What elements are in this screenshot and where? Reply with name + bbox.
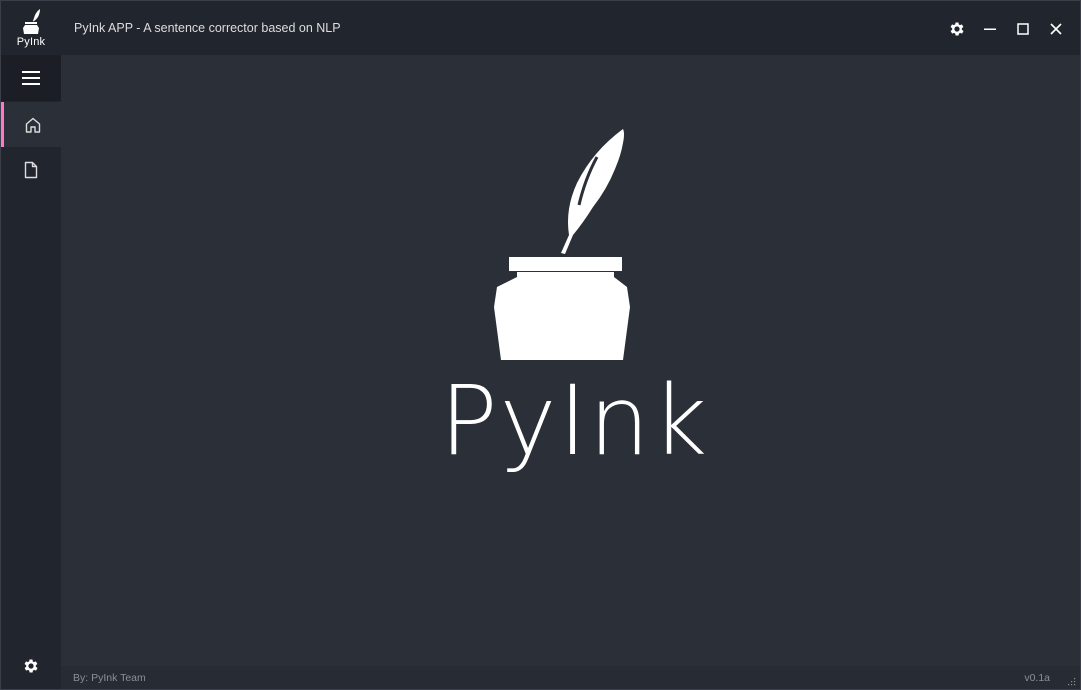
- menu-toggle-button[interactable]: [1, 55, 61, 101]
- home-page: PyInk: [61, 55, 1080, 666]
- app-logo-text: PyInk: [16, 35, 46, 48]
- maximize-icon: [1017, 23, 1029, 35]
- title-bar[interactable]: PyInk APP - A sentence corrector based o…: [61, 1, 1080, 55]
- settings-button[interactable]: [941, 13, 973, 45]
- gear-icon: [24, 659, 38, 673]
- sidebar-item-file[interactable]: [1, 147, 61, 192]
- window-title: PyInk APP - A sentence corrector based o…: [74, 21, 341, 35]
- sidebar-item-home[interactable]: [1, 102, 61, 147]
- hamburger-icon: [22, 71, 40, 85]
- minimize-button[interactable]: [974, 13, 1006, 45]
- close-icon: [1050, 23, 1062, 35]
- minimize-icon: [984, 28, 996, 30]
- home-icon: [25, 117, 40, 133]
- version-label: v0.1a: [1024, 672, 1050, 684]
- resize-grip-icon[interactable]: [1066, 676, 1076, 686]
- gear-icon: [950, 22, 964, 36]
- inkwell-logo-icon: [23, 8, 40, 34]
- hero-title: PyInk: [439, 365, 710, 477]
- app-window: PyInk PyInk APP - A sentence corrector b…: [0, 0, 1081, 690]
- status-bar: By: PyInk Team v0.1a: [61, 666, 1080, 689]
- app-logo: PyInk: [1, 1, 61, 55]
- inkwell-quill-logo-icon: [494, 129, 630, 360]
- close-button[interactable]: [1040, 13, 1072, 45]
- sidebar-settings-button[interactable]: [1, 643, 61, 689]
- file-icon: [24, 161, 38, 178]
- maximize-button[interactable]: [1007, 13, 1039, 45]
- footer-credits: By: PyInk Team: [73, 672, 146, 684]
- left-menu: PyInk: [1, 1, 61, 689]
